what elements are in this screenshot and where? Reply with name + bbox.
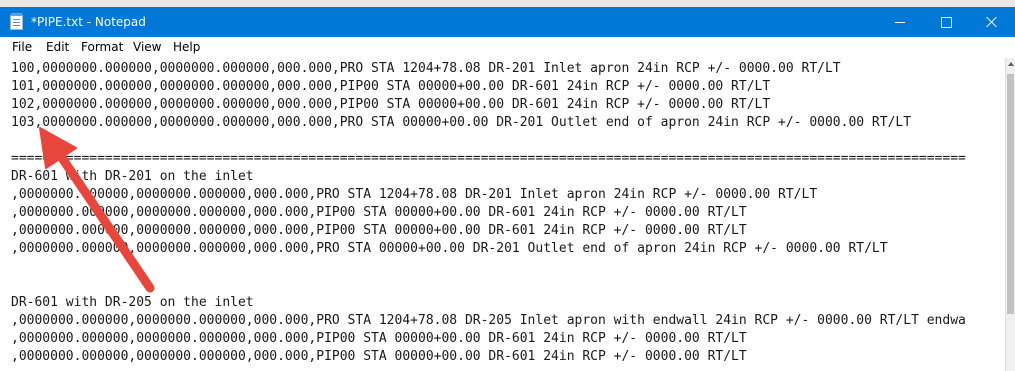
minimize-button[interactable] xyxy=(877,7,923,37)
title-bar[interactable]: *PIPE.txt - Notepad xyxy=(0,7,1015,37)
notepad-icon xyxy=(10,13,23,30)
menu-edit[interactable]: Edit xyxy=(46,40,69,55)
menu-help[interactable]: Help xyxy=(173,40,200,55)
maximize-button[interactable] xyxy=(923,7,969,37)
menu-view[interactable]: View xyxy=(133,40,161,55)
text-editor[interactable]: 100,0000000.000000,0000000.000000,000.00… xyxy=(0,58,1005,371)
window-title: *PIPE.txt - Notepad xyxy=(31,15,146,29)
text-line: 102,0000000.000000,0000000.000000,000.00… xyxy=(11,97,771,112)
text-line: ,0000000.000000,0000000.000000,000.000,P… xyxy=(11,223,747,238)
menu-file[interactable]: File xyxy=(12,40,32,55)
text-line: ,0000000.000000,0000000.000000,000.000,P… xyxy=(11,241,888,256)
text-line: ,0000000.000000,0000000.000000,000.000,P… xyxy=(11,187,818,202)
vertical-scrollbar[interactable] xyxy=(1005,58,1015,371)
section-heading: DR-601 with DR-205 on the inlet xyxy=(11,295,254,310)
close-button[interactable] xyxy=(969,7,1015,37)
scroll-up-icon[interactable] xyxy=(1008,62,1014,66)
minimize-icon xyxy=(895,21,905,23)
text-line: 103,0000000.000000,0000000.000000,000.00… xyxy=(11,115,912,130)
menu-bar: File Edit Format View Help xyxy=(0,37,1015,58)
section-heading: DR-601 with DR-201 on the inlet xyxy=(11,169,254,184)
close-icon xyxy=(986,16,998,28)
menu-format[interactable]: Format xyxy=(81,40,123,55)
text-line: ,0000000.000000,0000000.000000,000.000,P… xyxy=(11,205,747,220)
maximize-icon xyxy=(940,16,952,28)
separator-line: ========================================… xyxy=(11,151,966,166)
text-line: ,0000000.000000,0000000.000000,000.000,P… xyxy=(11,313,966,328)
text-line: ,0000000.000000,0000000.000000,000.000,P… xyxy=(11,349,747,364)
scroll-thumb[interactable] xyxy=(1007,74,1014,314)
text-line: 100,0000000.000000,0000000.000000,000.00… xyxy=(11,61,841,76)
text-line: 101,0000000.000000,0000000.000000,000.00… xyxy=(11,79,771,94)
text-line: ,0000000.000000,0000000.000000,000.000,P… xyxy=(11,331,747,346)
